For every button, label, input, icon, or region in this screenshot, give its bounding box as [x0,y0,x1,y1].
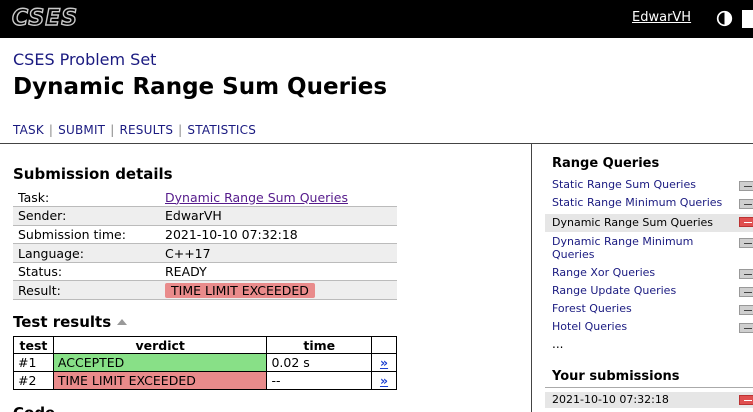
sidebar-item-label: Range Update Queries [552,284,677,297]
task-link[interactable]: Dynamic Range Sum Queries [165,190,348,205]
test-number: #2 [13,371,54,390]
tab-submit[interactable]: SUBMIT [58,123,105,137]
table-row: #2 TIME LIMIT EXCEEDED -- » [13,371,397,390]
sidebar-more: ... [552,337,564,351]
your-submissions-title: Your submissions [552,369,680,384]
details-value: 2021-10-10 07:32:18 [160,225,397,245]
test-results-table: test verdict time #1 ACCEPTED 0.02 s » #… [13,336,397,390]
details-row-sender: Sender: EdwarVH [13,206,397,226]
status-box-icon [739,217,753,227]
details-row-time: Submission time: 2021-10-10 07:32:18 [13,225,397,245]
sidebar-item-label: Static Range Sum Queries [552,178,696,191]
details-row-task: Task: Dynamic Range Sum Queries [13,188,397,208]
details-value: Dynamic Range Sum Queries [160,188,397,208]
sidebar-item-static-range-min[interactable]: Static Range Minimum Queries [545,196,753,214]
tab-separator: | [48,123,54,137]
site-title[interactable]: CSES Problem Set [13,50,156,69]
details-key: Status: [13,262,160,282]
sidebar-item-label: Dynamic Range Sum Queries [552,216,714,229]
logout-icon[interactable] [740,9,753,29]
divider-horizontal [0,143,753,144]
details-key: Language: [13,243,160,263]
details-key: Submission time: [13,225,160,245]
top-bar: CSES EdwarVH [0,0,753,38]
details-row-result: Result: TIME LIMIT EXCEEDED [13,280,397,301]
status-box-icon [739,323,753,333]
submission-time: 2021-10-10 07:32:18 [552,393,669,406]
col-test: test [13,336,54,354]
sidebar-title: Range Queries [552,156,660,171]
submission-item[interactable]: 2021-10-10 07:32:18 [545,392,753,408]
status-box-icon [739,287,753,297]
details-value: TIME LIMIT EXCEEDED [160,280,397,301]
code-section-title: Code [13,404,55,412]
details-value: READY [160,262,397,282]
sidebar-item-label: Hotel Queries [552,320,628,333]
username-link[interactable]: EdwarVH [632,10,691,25]
sidebar-item-hotel[interactable]: Hotel Queries [545,320,753,333]
test-number: #1 [13,353,54,372]
status-box-icon [739,395,753,405]
col-time: time [266,336,373,354]
sidebar-item-dynamic-range-min[interactable]: Dynamic Range Minimum Queries [545,235,753,261]
tests-header-row: test verdict time [13,336,397,354]
sidebar-item-label: Static Range Minimum Queries [552,196,723,209]
details-value: EdwarVH [160,206,397,226]
test-time: -- [266,371,373,390]
verdict-tle: TIME LIMIT EXCEEDED [52,371,268,390]
sidebar-item-label: Range Xor Queries [552,266,656,279]
tab-separator: | [110,123,115,137]
status-box-icon [739,305,753,315]
submission-details-title: Submission details [13,165,173,183]
view-test-link[interactable]: » [371,371,397,390]
view-test-link[interactable]: » [371,353,397,372]
sidebar-task-list: Static Range Sum Queries Static Range Mi… [545,178,753,333]
details-key: Sender: [13,206,160,226]
status-box-icon [739,181,753,191]
tab-statistics[interactable]: STATISTICS [187,123,256,137]
sidebar-item-label: Dynamic Range Minimum Queries [552,235,694,261]
submission-details-table: Task: Dynamic Range Sum Queries Sender: … [13,188,397,301]
divider-vertical [531,143,532,412]
test-results-heading: Test results [13,313,128,331]
verdict-accepted: ACCEPTED [52,353,268,372]
table-row: #1 ACCEPTED 0.02 s » [13,353,397,372]
half-circle-icon[interactable] [716,10,733,27]
tab-separator: | [178,123,183,137]
collapse-triangle-icon[interactable] [117,319,128,325]
sidebar-item-static-range-sum[interactable]: Static Range Sum Queries [545,178,753,191]
cses-logo[interactable]: CSES [11,7,78,30]
page-title: Dynamic Range Sum Queries [13,74,388,100]
submissions-divider [545,387,753,388]
col-link [371,336,397,354]
details-row-language: Language: C++17 [13,243,397,263]
test-time: 0.02 s [266,353,373,372]
sidebar-item-dynamic-range-sum[interactable]: Dynamic Range Sum Queries [545,214,753,232]
test-results-title: Test results [13,313,112,331]
status-box-icon [739,199,753,209]
sidebar-item-range-update[interactable]: Range Update Queries [545,284,753,297]
col-verdict: verdict [52,336,268,354]
details-value: C++17 [160,243,397,263]
sidebar-item-range-xor[interactable]: Range Xor Queries [545,266,753,279]
sidebar-item-forest[interactable]: Forest Queries [545,302,753,315]
sidebar-item-label: Forest Queries [552,302,632,315]
tab-task[interactable]: TASK [13,123,44,137]
result-badge: TIME LIMIT EXCEEDED [165,282,315,298]
status-box-icon [739,269,753,279]
task-tabs: TASK | SUBMIT | RESULTS | STATISTICS [13,123,256,137]
status-box-icon [739,238,753,248]
details-key: Result: [13,280,160,301]
details-key: Task: [13,188,160,208]
details-row-status: Status: READY [13,262,397,282]
tab-results[interactable]: RESULTS [119,123,173,137]
